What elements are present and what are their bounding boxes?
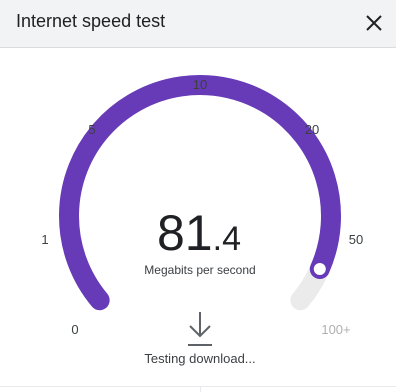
scale-label-20: 20 bbox=[305, 122, 319, 137]
scale-label-100-plus: 100+ bbox=[321, 322, 350, 337]
bottom-split-divider bbox=[200, 386, 201, 392]
speed-integer: 81 bbox=[157, 205, 213, 261]
scale-label-10: 10 bbox=[193, 77, 207, 92]
status-text: Testing download... bbox=[144, 351, 255, 366]
speed-value: 81.4 bbox=[157, 205, 241, 261]
download-arrow-icon bbox=[188, 312, 212, 346]
dialog-title: Internet speed test bbox=[16, 11, 166, 31]
bottom-divider-line bbox=[0, 386, 396, 387]
header: Internet speed test bbox=[0, 0, 396, 48]
scale-label-1: 1 bbox=[41, 232, 48, 247]
close-icon[interactable] bbox=[360, 10, 388, 38]
speed-decimal: .4 bbox=[213, 220, 241, 258]
scale-label-5: 5 bbox=[88, 122, 95, 137]
gauge-progress-handle bbox=[311, 261, 328, 278]
scale-label-50: 50 bbox=[349, 232, 363, 247]
speed-gauge: 0 1 5 10 20 50 100+ 81.4 Megabits per se… bbox=[41, 75, 363, 366]
speed-unit: Megabits per second bbox=[144, 263, 255, 277]
scale-label-0: 0 bbox=[71, 322, 78, 337]
